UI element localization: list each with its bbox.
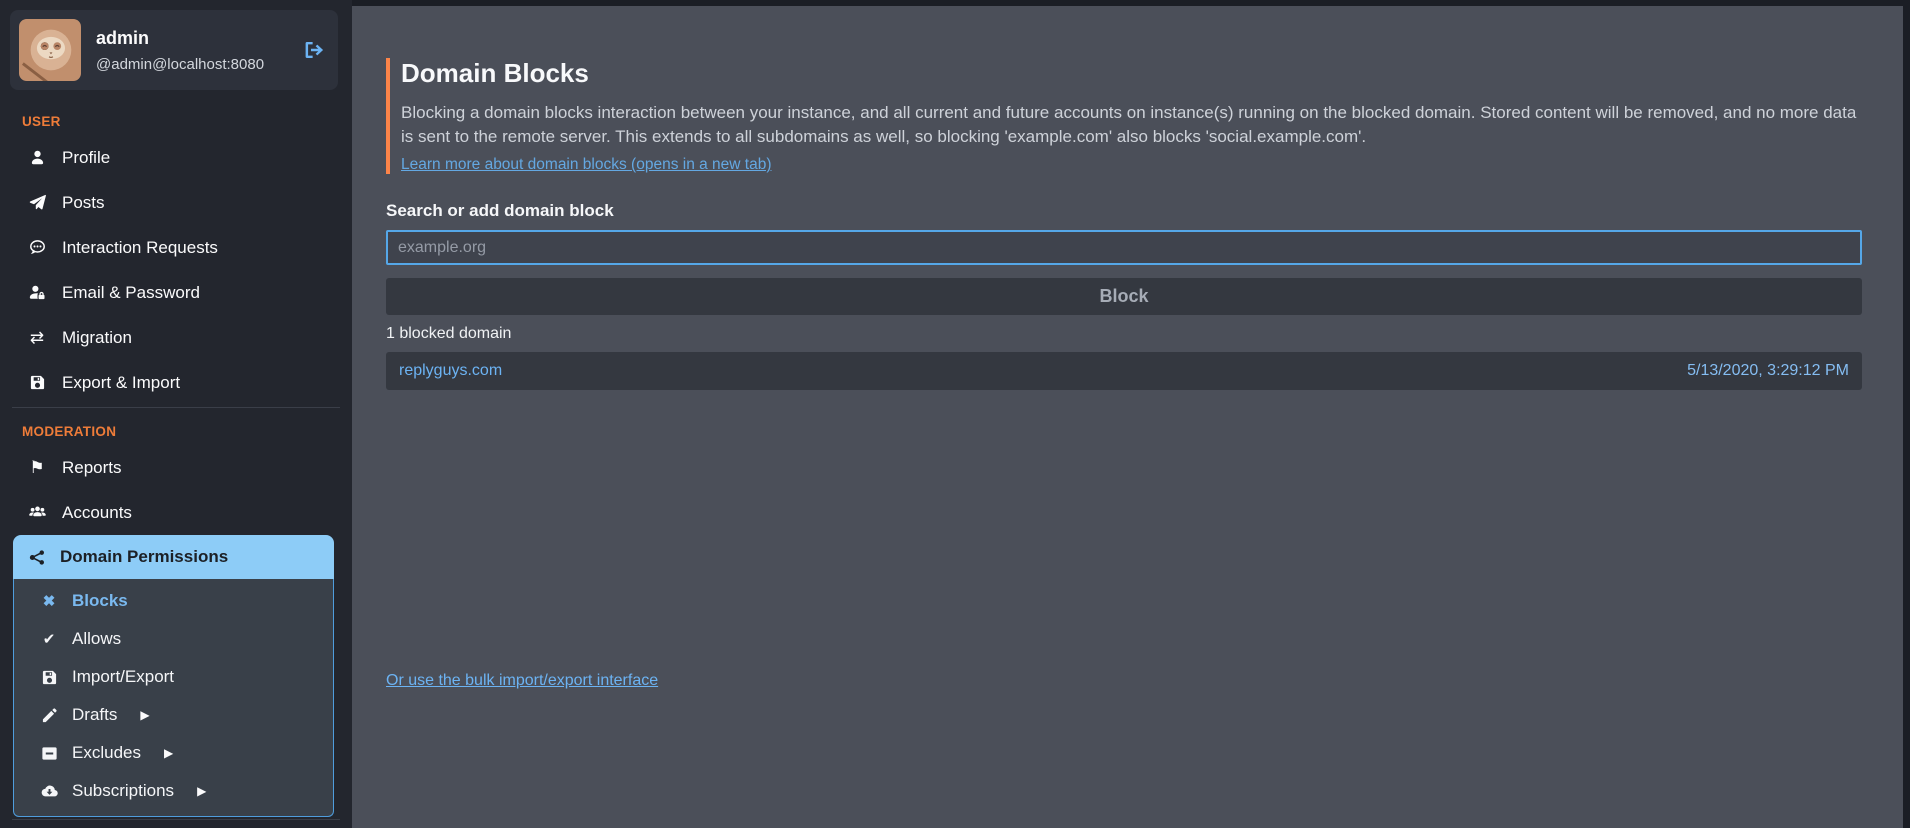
submenu-item-label: Allows: [72, 629, 121, 649]
sidebar-item-label: Export & Import: [62, 373, 180, 393]
submenu-item-import-export[interactable]: Import/Export: [14, 658, 333, 696]
exchange-arrows-icon: ⇄: [27, 328, 47, 348]
submenu-item-subscriptions[interactable]: Subscriptions ▶: [14, 772, 333, 810]
domain-search-input[interactable]: [386, 230, 1862, 265]
user-names: admin @admin@localhost:8080: [96, 28, 264, 73]
sidebar-item-label: Domain Permissions: [60, 547, 228, 567]
submenu-item-blocks[interactable]: ✖ Blocks: [14, 582, 333, 620]
submenu-item-label: Import/Export: [72, 667, 174, 687]
submenu-item-label: Subscriptions: [72, 781, 174, 801]
sidebar-item-label: Profile: [62, 148, 110, 168]
comment-dots-icon: [27, 238, 47, 258]
submenu-item-label: Excludes: [72, 743, 141, 763]
submenu-item-excludes[interactable]: Excludes ▶: [14, 734, 333, 772]
sidebar-item-posts[interactable]: Posts: [0, 180, 352, 225]
blocked-domain-link[interactable]: replyguys.com: [399, 362, 502, 380]
section-header-moderation: MODERATION: [22, 424, 352, 439]
blocked-count: 1 blocked domain: [386, 325, 1862, 343]
sidebar-item-reports[interactable]: ⚑ Reports: [0, 445, 352, 490]
expand-arrow-icon: ▶: [197, 784, 206, 798]
user-handle: @admin@localhost:8080: [96, 56, 264, 73]
cloud-download-icon: [39, 781, 59, 801]
flag-icon: ⚑: [27, 458, 47, 478]
domain-permissions-submenu: ✖ Blocks ✔ Allows Import/Export Drafts ▶: [13, 579, 334, 817]
expand-arrow-icon: ▶: [164, 746, 173, 760]
logout-button[interactable]: [303, 39, 325, 61]
paper-plane-icon: [27, 193, 47, 213]
users-icon: [27, 503, 47, 523]
bulk-import-export-link[interactable]: Or use the bulk import/export interface: [386, 672, 658, 690]
page-title: Domain Blocks: [401, 58, 1862, 89]
xmark-icon: ✖: [39, 591, 59, 611]
username: admin: [96, 28, 264, 49]
sidebar-item-label: Migration: [62, 328, 132, 348]
description: Blocking a domain blocks interaction bet…: [401, 101, 1861, 149]
submenu-item-allows[interactable]: ✔ Allows: [14, 620, 333, 658]
submenu-item-drafts[interactable]: Drafts ▶: [14, 696, 333, 734]
submenu-item-label: Drafts: [72, 705, 117, 725]
expand-arrow-icon: ▶: [140, 708, 149, 722]
minus-square-icon: [39, 743, 59, 763]
user-card: admin @admin@localhost:8080: [10, 10, 338, 90]
sidebar: admin @admin@localhost:8080 USER Profile: [0, 0, 352, 828]
search-label: Search or add domain block: [386, 201, 1862, 221]
user-lock-icon: [27, 283, 47, 303]
block-button[interactable]: Block: [386, 278, 1862, 315]
share-nodes-icon: [27, 547, 47, 567]
main-panel: Domain Blocks Blocking a domain blocks i…: [352, 6, 1903, 828]
domain-block-form: Search or add domain block Block 1 block…: [386, 201, 1862, 690]
sidebar-item-domain-permissions[interactable]: Domain Permissions: [13, 535, 334, 579]
sidebar-item-label: Accounts: [62, 503, 132, 523]
sidebar-item-export-import[interactable]: Export & Import: [0, 360, 352, 405]
sidebar-item-profile[interactable]: Profile: [0, 135, 352, 180]
submenu-item-label: Blocks: [72, 591, 128, 611]
sidebar-nav: USER Profile Posts Interaction Requests: [0, 98, 352, 822]
blocked-domain-timestamp: 5/13/2020, 3:29:12 PM: [1687, 362, 1849, 380]
sidebar-item-migration[interactable]: ⇄ Migration: [0, 315, 352, 360]
check-icon: ✔: [39, 629, 59, 649]
floppy-disk-icon: [39, 667, 59, 687]
sidebar-item-label: Interaction Requests: [62, 238, 218, 258]
blocked-domain-row[interactable]: replyguys.com 5/13/2020, 3:29:12 PM: [386, 352, 1862, 390]
sidebar-item-email-password[interactable]: Email & Password: [0, 270, 352, 315]
sidebar-item-interaction-requests[interactable]: Interaction Requests: [0, 225, 352, 270]
page-header: Domain Blocks Blocking a domain blocks i…: [386, 58, 1862, 174]
pencil-icon: [39, 705, 59, 725]
floppy-disk-icon: [27, 373, 47, 393]
section-header-user: USER: [22, 114, 352, 129]
section-divider: [12, 819, 340, 820]
sidebar-item-accounts[interactable]: Accounts: [0, 490, 352, 535]
learn-more-link[interactable]: Learn more about domain blocks (opens in…: [401, 156, 772, 174]
sidebar-item-label: Email & Password: [62, 283, 200, 303]
sidebar-item-label: Reports: [62, 458, 122, 478]
section-divider: [12, 407, 340, 408]
sidebar-item-label: Posts: [62, 193, 105, 213]
avatar: [19, 19, 81, 81]
user-icon: [27, 148, 47, 168]
sign-out-icon: [303, 39, 325, 61]
